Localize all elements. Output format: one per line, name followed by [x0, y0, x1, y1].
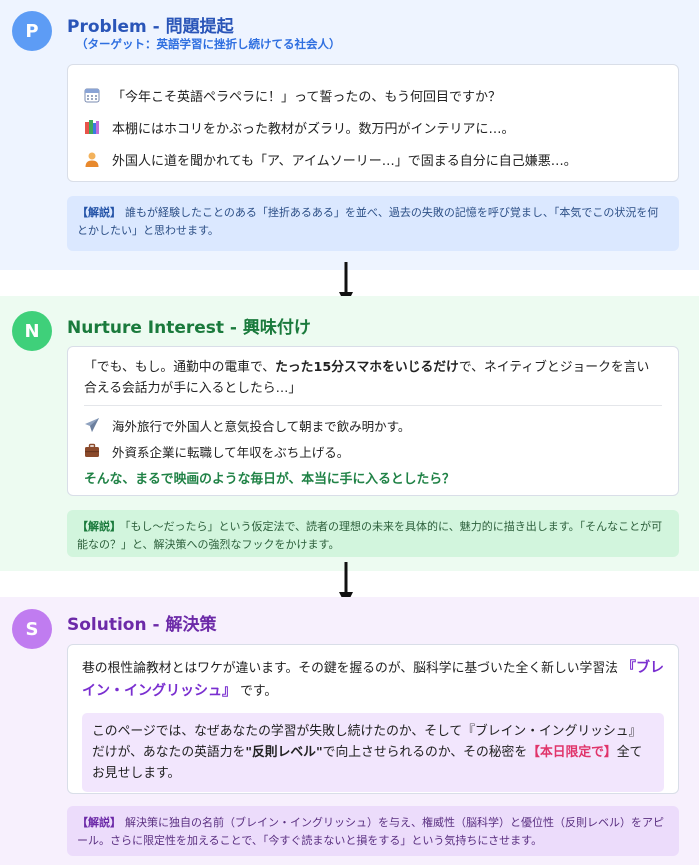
problem-subtitle: （ターゲット：英語学習に挫折し続けてる社会人）: [76, 37, 341, 51]
list-item-text: 本棚にはホコリをかぶった教材がズラリ。数万円がインテリアに…。: [112, 121, 515, 137]
nurture-quote: 「でも、もし。通勤中の電車で、たった15分スマホをいじるだけで、ネイティブとジョ…: [84, 357, 662, 399]
list-item-text: 外国人に道を聞かれても「ア、アイムソーリー…」で固まる自分に自己嫌悪…。: [112, 153, 577, 169]
solution-inner-box: このページでは、なぜあなたの学習が失敗し続けたのか、そして『ブレイン・イングリッ…: [82, 713, 664, 792]
quote-text: 「でも、もし。通勤中の電車で、: [84, 360, 276, 375]
list-item-text: 海外旅行で外国人と意気投合して朝まで飲み明かす。: [112, 418, 411, 434]
calendar-icon: [84, 87, 100, 103]
solution-title: Solution - 解決策: [67, 615, 217, 635]
list-item: 外国人に道を聞かれても「ア、アイムソーリー…」で固まる自分に自己嫌悪…。: [84, 143, 678, 175]
books-icon: [84, 119, 100, 135]
list-item-text: 「今年こそ英語ペラペラに！」って誓ったの、もう何回目ですか？: [112, 89, 501, 105]
note-tag: 【解説】: [77, 206, 121, 219]
solution-badge: S: [12, 609, 52, 649]
list-item: 海外旅行で外国人と意気投合して朝まで飲み明かす。: [84, 412, 662, 438]
nurture-highlight: そんな、まるで映画のような毎日が、本当に手に入るとしたら？: [84, 472, 455, 487]
note-tag: 【解説】: [77, 816, 121, 829]
list-item: 外資系企業に転職して年収をぶち上げる。: [84, 438, 662, 464]
problem-badge: P: [12, 11, 52, 51]
problem-card: 「今年こそ英語ペラペラに！」って誓ったの、もう何回目ですか？ 本棚にはホコリをか…: [67, 64, 679, 182]
problem-section: P Problem - 問題提起 （ターゲット：英語学習に挫折し続けてる社会人）…: [0, 0, 699, 270]
person-icon: [84, 151, 100, 167]
problem-title: Problem - 問題提起: [67, 17, 234, 37]
list-item: 本棚にはホコリをかぶった教材がズラリ。数万円がインテリアに…。: [84, 111, 678, 143]
note-text: 誰もが経験したことのある「挫折あるある」を並べ、過去の失敗の記憶を呼び覚まし、「…: [77, 206, 659, 237]
solution-card: 巷の根性論教材とはワケが違います。その鍵を握るのが、脳科学に基づいた全く新しい学…: [67, 644, 679, 794]
list-item: 「今年こそ英語ペラペラに！」って誓ったの、もう何回目ですか？: [84, 79, 678, 111]
airplane-icon: [84, 417, 100, 433]
quote-bold: たった15分スマホをいじるだけ: [275, 360, 459, 375]
nurture-title: Nurture Interest - 興味付け: [67, 318, 311, 338]
intro-text: です。: [240, 684, 278, 699]
box-text: で向上させられるのか、その秘密を: [322, 745, 528, 760]
limited-offer-label: 【本日限定で】: [527, 745, 617, 760]
intro-text: 巷の根性論教材とはワケが違います。その鍵を握るのが、脳科学に基づいた全く新しい学…: [82, 661, 618, 676]
divider: [84, 405, 662, 406]
note-tag: 【解説】: [77, 520, 121, 533]
problem-note: 【解説】 誰もが経験したことのある「挫折あるある」を並べ、過去の失敗の記憶を呼び覚…: [67, 196, 679, 251]
solution-note: 【解説】 解決策に独自の名前（ブレイン・イングリッシュ）を与え、権威性（脳科学）と…: [67, 806, 679, 856]
nurture-badge: N: [12, 311, 52, 351]
note-text: 「もし〜だったら」という仮定法で、読者の理想の未来を具体的に、魅力的に描き出しま…: [77, 520, 663, 551]
nurture-list: 海外旅行で外国人と意気投合して朝まで飲み明かす。 外資系企業に転職して年収をぶち…: [84, 412, 662, 464]
list-item-text: 外資系企業に転職して年収をぶち上げる。: [112, 444, 350, 460]
nurture-card: 「でも、もし。通勤中の電車で、たった15分スマホをいじるだけで、ネイティブとジョ…: [67, 346, 679, 496]
box-bold: "反則レベル": [245, 745, 323, 760]
nurture-note: 【解説】 「もし〜だったら」という仮定法で、読者の理想の未来を具体的に、魅力的に描…: [67, 510, 679, 557]
briefcase-icon: [84, 443, 100, 459]
solution-intro: 巷の根性論教材とはワケが違います。その鍵を握るのが、脳科学に基づいた全く新しい学…: [82, 657, 664, 703]
note-text: 解決策に独自の名前（ブレイン・イングリッシュ）を与え、権威性（脳科学）と優位性（…: [77, 816, 664, 847]
